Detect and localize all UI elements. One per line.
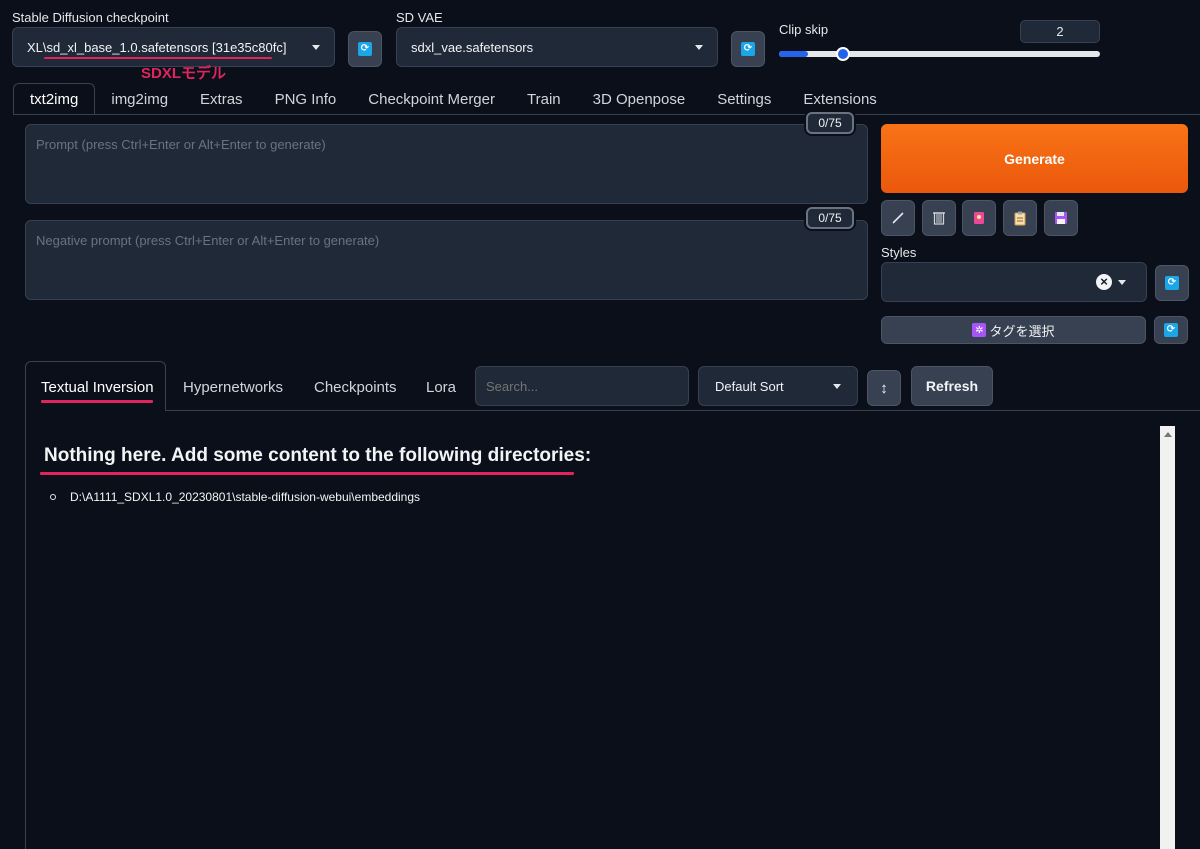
clear-icon[interactable]: × (1096, 274, 1112, 290)
chevron-down-icon (312, 44, 320, 50)
tab-train[interactable]: Train (511, 83, 577, 115)
clear-prompt-button[interactable] (922, 200, 956, 236)
refresh-icon: ⟳ (358, 42, 372, 56)
tab-checkpoints[interactable]: Checkpoints (314, 379, 397, 396)
vae-refresh-button[interactable]: ⟳ (731, 31, 765, 67)
tab-settings[interactable]: Settings (701, 83, 787, 115)
read-params-button[interactable] (881, 200, 915, 236)
prompt-token-counter: 0/75 (806, 112, 854, 134)
clip-skip-slider-fill (779, 51, 808, 57)
scrollbar[interactable] (1160, 426, 1175, 849)
vae-value: sdxl_vae.safetensors (411, 39, 534, 55)
save-style-button[interactable] (1044, 200, 1078, 236)
tab-checkpoint-merger[interactable]: Checkpoint Merger (352, 83, 511, 115)
panel-left-border (25, 410, 26, 849)
chevron-down-icon (695, 44, 703, 50)
refresh-button[interactable]: Refresh (911, 366, 993, 406)
scroll-up-arrow-icon[interactable] (1164, 432, 1172, 437)
sort-value: Default Sort (715, 378, 784, 394)
vae-label: SD VAE (396, 10, 443, 25)
clip-skip-slider-thumb[interactable] (836, 47, 850, 61)
main-tabs: txt2img img2img Extras PNG Info Checkpoi… (13, 83, 893, 115)
clip-skip-slider-track[interactable] (779, 47, 1100, 61)
chevron-down-icon (1118, 280, 1126, 285)
prompt-textarea[interactable]: Prompt (press Ctrl+Enter or Alt+Enter to… (25, 124, 868, 204)
apply-style-button[interactable] (1003, 200, 1037, 236)
tab-3d-openpose[interactable]: 3D Openpose (577, 83, 702, 115)
tab-extras[interactable]: Extras (184, 83, 259, 115)
vae-dropdown[interactable]: sdxl_vae.safetensors (396, 27, 718, 67)
negative-prompt-textarea[interactable]: Negative prompt (press Ctrl+Enter or Alt… (25, 220, 868, 300)
generate-button[interactable]: Generate (881, 124, 1188, 193)
tab-underline (41, 400, 153, 403)
checkpoint-label: Stable Diffusion checkpoint (12, 10, 169, 25)
checkpoint-value: XL\sd_xl_base_1.0.safetensors [31e35c80f… (27, 39, 287, 55)
annotation-underline (44, 57, 272, 59)
trash-icon (933, 212, 945, 225)
checkpoint-refresh-button[interactable]: ⟳ (348, 31, 382, 67)
chevron-down-icon (833, 383, 841, 389)
star-icon: ✲ (972, 323, 987, 337)
tabs-divider (13, 114, 1200, 115)
tab-png-info[interactable]: PNG Info (259, 83, 353, 115)
tag-select-button[interactable]: ✲ タグを選択 (881, 316, 1146, 344)
clip-skip-label: Clip skip (779, 22, 829, 37)
tab-txt2img[interactable]: txt2img (13, 83, 96, 115)
checkpoint-dropdown[interactable]: XL\sd_xl_base_1.0.safetensors [31e35c80f… (12, 27, 335, 67)
extra-tabs-divider (166, 410, 1200, 411)
tag-select-label: タグを選択 (989, 323, 1055, 339)
heading-underline (40, 472, 574, 475)
empty-heading: Nothing here. Add some content to the fo… (44, 445, 592, 466)
show-extra-networks-button[interactable] (962, 200, 996, 236)
tab-extensions[interactable]: Extensions (787, 83, 892, 115)
tab-textual-inversion[interactable]: Textual Inversion (41, 379, 154, 396)
clipboard-icon (1014, 211, 1026, 226)
directory-item: D:\A1111_SDXL1.0_20230801\stable-diffusi… (70, 490, 421, 504)
styles-refresh-button[interactable]: ⟳ (1155, 265, 1189, 301)
tag-select-refresh-button[interactable]: ⟳ (1154, 316, 1188, 344)
checkpoint-annotation: SDXLモデル (141, 65, 227, 82)
clip-skip-number-input[interactable]: 2 (1020, 20, 1100, 43)
floppy-disk-icon (1055, 212, 1067, 224)
styles-dropdown[interactable]: × (881, 262, 1147, 302)
search-input[interactable] (475, 366, 689, 406)
sort-dropdown[interactable]: Default Sort (698, 366, 858, 406)
tab-lora[interactable]: Lora (426, 379, 456, 396)
sort-direction-button[interactable]: ↕ (867, 370, 901, 406)
styles-label: Styles (881, 245, 917, 260)
refresh-icon: ⟳ (1165, 276, 1179, 290)
list-bullet (50, 494, 56, 500)
card-icon (974, 212, 984, 224)
sort-arrows-icon: ↕ (880, 379, 888, 397)
tab-img2img[interactable]: img2img (95, 83, 184, 115)
refresh-icon: ⟳ (741, 42, 755, 56)
tab-hypernetworks[interactable]: Hypernetworks (183, 379, 283, 396)
refresh-icon: ⟳ (1164, 323, 1178, 337)
arrow-diagonal-icon (892, 212, 904, 224)
negative-prompt-token-counter: 0/75 (806, 207, 854, 229)
